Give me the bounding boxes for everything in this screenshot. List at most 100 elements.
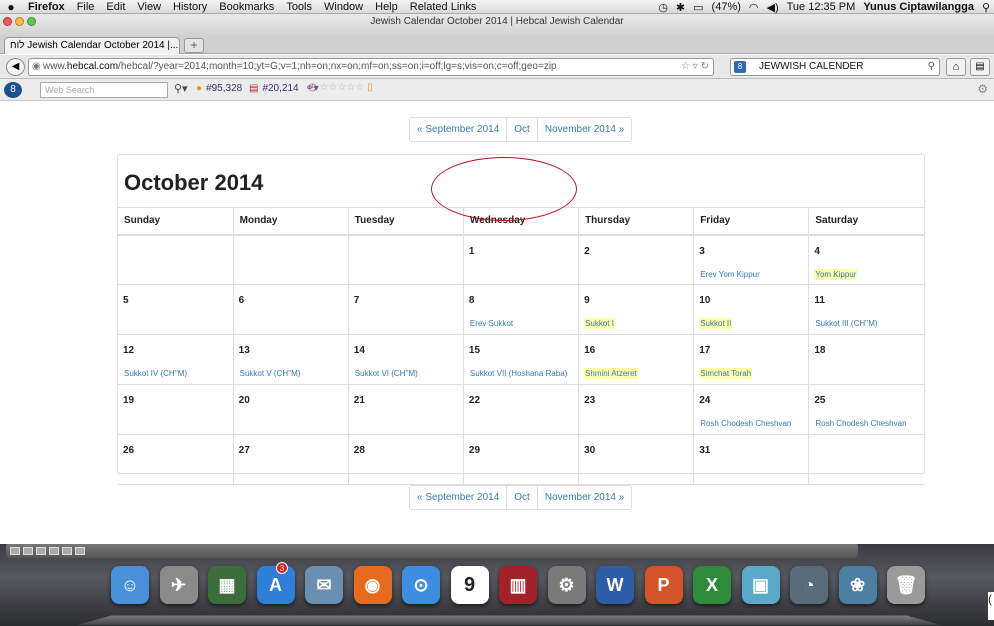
powerpoint-icon[interactable]: P bbox=[644, 566, 683, 604]
timer-icon[interactable]: ◷ bbox=[308, 82, 317, 93]
day-number: 22 bbox=[468, 395, 481, 406]
apple-icon[interactable]: ● bbox=[0, 0, 22, 14]
time-machine-icon[interactable]: ◔ bbox=[790, 566, 828, 604]
menu-firefox[interactable]: Firefox bbox=[22, 1, 71, 13]
day-number: 12 bbox=[123, 345, 135, 356]
photo-booth-icon[interactable]: ▥ bbox=[499, 566, 537, 604]
holiday-link[interactable]: Yom Kippur bbox=[814, 268, 858, 280]
holiday-link[interactable]: Simchat Torah bbox=[699, 368, 753, 379]
reload-icon[interactable]: ↻ bbox=[701, 61, 709, 72]
new-tab-button[interactable]: + bbox=[184, 38, 204, 53]
user-name[interactable]: Yunus Ciptawilangga bbox=[863, 1, 974, 13]
safari-icon[interactable]: ⊙ bbox=[402, 566, 440, 604]
search-field[interactable]: 8 JEWWISH CALENDER ⚲ bbox=[730, 58, 940, 76]
partial-window-edge: ( bbox=[988, 592, 994, 620]
day-number bbox=[239, 246, 343, 262]
dock-window-strip[interactable] bbox=[6, 544, 858, 558]
holiday-link[interactable]: Rosh Chodesh Cheshvan bbox=[814, 418, 907, 429]
mission-control-icon[interactable]: ▦ bbox=[208, 566, 246, 604]
holiday-link[interactable]: Sukkot III (CH''M) bbox=[814, 318, 878, 329]
word-icon[interactable]: W bbox=[596, 566, 634, 604]
stars-value: ☆☆☆☆☆ bbox=[319, 82, 365, 93]
app-store-icon[interactable]: A bbox=[256, 566, 295, 604]
holiday-link[interactable]: Erev Yom Kippur bbox=[699, 269, 761, 280]
calendar-icon[interactable]: 9 bbox=[450, 566, 489, 604]
back-button[interactable]: ◀ bbox=[6, 58, 25, 76]
google-icon[interactable]: 8 bbox=[734, 61, 746, 73]
menu-history[interactable]: History bbox=[167, 1, 213, 13]
toolbar-logo-icon[interactable]: 8 bbox=[4, 82, 22, 98]
holiday-link[interactable]: Rosh Chodesh Cheshvan bbox=[699, 418, 792, 429]
iphoto-icon[interactable]: ❀ bbox=[838, 566, 877, 604]
current-month-link[interactable]: Oct bbox=[507, 118, 538, 141]
calendar-day-cell: 11 Sukkot III (CH''M) bbox=[808, 284, 924, 335]
next-month-link[interactable]: November 2014 » bbox=[537, 118, 632, 141]
menu-bar: ● Firefox File Edit View History Bookmar… bbox=[0, 0, 994, 14]
site-identity-icon[interactable]: ◉ bbox=[32, 59, 41, 75]
url-path: /hebcal/?year=2014;month=10;yt=G;v=1;nh=… bbox=[118, 61, 557, 72]
alexa-rank[interactable]: #95,328 bbox=[206, 83, 242, 94]
toolbar-search-input[interactable]: Web Search bbox=[40, 82, 168, 98]
toolbar-search-button[interactable]: ⚲▾ bbox=[174, 82, 188, 95]
url-prefix: www. bbox=[43, 61, 67, 72]
bookmark-star-icon[interactable]: ☆ bbox=[681, 61, 690, 72]
menu-file[interactable]: File bbox=[71, 1, 101, 13]
menu-window[interactable]: Window bbox=[318, 1, 369, 13]
gear-icon[interactable]: ⚙ bbox=[977, 82, 988, 96]
finder-icon[interactable]: ☺ bbox=[111, 566, 149, 604]
battery-percent: (47%) bbox=[711, 1, 741, 13]
system-preferences-icon[interactable]: ⚙ bbox=[547, 566, 586, 604]
dropdown-arrow-icon[interactable]: ▿ bbox=[693, 61, 698, 72]
menu-bookmarks[interactable]: Bookmarks bbox=[213, 1, 280, 13]
country-rank[interactable]: #20,214 bbox=[262, 83, 298, 94]
calendar-day-cell: 6 bbox=[233, 284, 349, 335]
holiday-link[interactable]: Sukkot I bbox=[584, 318, 615, 329]
time-machine-status-icon[interactable]: ◷ bbox=[658, 1, 668, 14]
calendar-day-cell: 25 Rosh Chodesh Cheshvan bbox=[808, 384, 924, 435]
trash-icon[interactable]: 🗑 bbox=[887, 566, 925, 604]
bookmarks-menu-button[interactable]: ▤ bbox=[970, 58, 990, 76]
next-month-link[interactable]: November 2014 » bbox=[537, 486, 632, 509]
tab-jewish-calendar[interactable]: לוח Jewish Calendar October 2014 |... bbox=[4, 37, 180, 54]
menu-help[interactable]: Help bbox=[369, 1, 404, 13]
menu-view[interactable]: View bbox=[131, 1, 167, 13]
search-icon[interactable]: ⚲ bbox=[928, 59, 935, 75]
day-number: 28 bbox=[353, 445, 365, 456]
holiday-link[interactable]: Shmini Atzeret bbox=[584, 368, 638, 379]
menu-related-links[interactable]: Related Links bbox=[404, 1, 483, 13]
battery-icon[interactable]: ▭ bbox=[693, 1, 703, 14]
url-bar[interactable]: ◉ www.hebcal.com/hebcal/?year=2014;month… bbox=[28, 58, 714, 76]
calendar-day-cell: 10 Sukkot II bbox=[693, 284, 810, 335]
calendar-day-cell: 17 Simchat Torah bbox=[693, 334, 810, 385]
firefox-icon[interactable]: ◉ bbox=[353, 566, 392, 604]
mail-icon[interactable]: ✉ bbox=[305, 566, 343, 604]
holiday-link[interactable]: Sukkot IV (CH''M) bbox=[123, 368, 188, 379]
holiday-link[interactable]: Sukkot II bbox=[699, 318, 733, 329]
calendar-day-cell bbox=[808, 434, 924, 485]
launchpad-icon[interactable]: ✈ bbox=[159, 566, 198, 604]
home-button[interactable]: ⌂ bbox=[946, 58, 966, 76]
holiday-link[interactable]: Erev Sukkot bbox=[469, 318, 514, 329]
holiday-link[interactable]: Sukkot VII (Hoshana Raba) bbox=[469, 368, 568, 379]
holiday-link[interactable]: Sukkot V (CH''M) bbox=[239, 368, 302, 379]
menu-edit[interactable]: Edit bbox=[100, 1, 131, 13]
day-number: 16 bbox=[584, 345, 596, 356]
excel-icon[interactable]: X bbox=[693, 566, 731, 604]
holiday-link[interactable]: Sukkot VI (CH''M) bbox=[354, 368, 419, 379]
wifi-icon[interactable]: ◠ bbox=[749, 1, 759, 14]
preview-icon[interactable]: ▣ bbox=[741, 566, 780, 604]
menu-tools[interactable]: Tools bbox=[280, 1, 318, 13]
volume-icon[interactable]: ◀) bbox=[767, 1, 779, 14]
day-number: 19 bbox=[123, 395, 135, 406]
prev-month-link[interactable]: « September 2014 bbox=[410, 118, 508, 141]
bluetooth-icon[interactable]: ✱ bbox=[676, 1, 685, 14]
rating-stars[interactable]: ◷ ☆☆☆☆☆ ▯ bbox=[308, 82, 373, 93]
note-icon[interactable]: ▯ bbox=[367, 82, 373, 93]
spotlight-icon[interactable]: ⚲ bbox=[982, 1, 990, 14]
clock[interactable]: Tue 12:35 PM bbox=[787, 1, 856, 13]
prev-month-link[interactable]: « September 2014 bbox=[410, 486, 508, 509]
current-month-link[interactable]: Oct bbox=[507, 486, 538, 509]
day-number: 7 bbox=[353, 295, 360, 306]
day-number bbox=[814, 445, 919, 461]
day-number: 4 bbox=[814, 245, 820, 257]
